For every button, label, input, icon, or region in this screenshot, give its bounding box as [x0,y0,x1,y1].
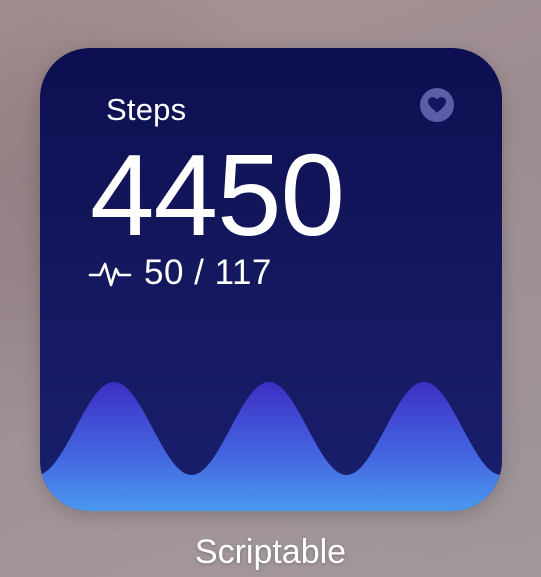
wave-graphic [40,382,502,511]
heart-icon [420,88,454,122]
pulse-icon [88,262,132,287]
steps-widget[interactable]: Steps 4450 50 / 117 [40,48,502,511]
steps-value: 4450 [90,130,345,260]
heart-rate-row: 50 / 117 [88,253,272,293]
heart-rate-value: 50 / 117 [144,253,272,292]
widget-title: Steps [106,92,187,127]
app-name-label: Scriptable [194,533,347,571]
